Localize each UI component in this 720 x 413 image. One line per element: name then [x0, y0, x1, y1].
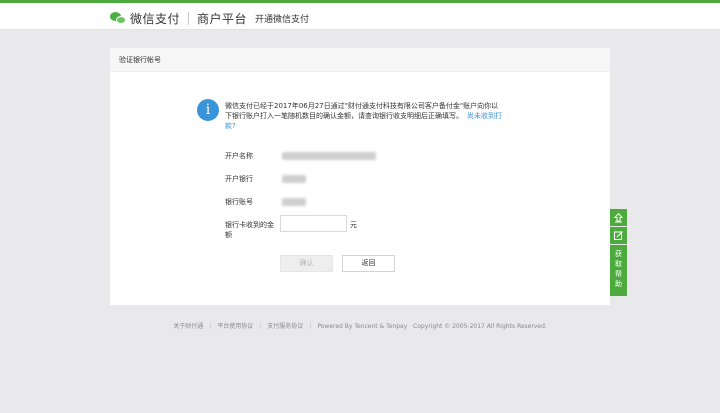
amount-label: 银行卡收到的金 额: [225, 220, 274, 240]
amount-unit: 元: [350, 221, 357, 229]
help-char: 帮: [615, 270, 622, 278]
footer-link-payment-agreement[interactable]: 支付服务协议: [267, 323, 303, 330]
side-toolbar: 获 取 帮 助: [610, 209, 627, 296]
help-char: 取: [615, 260, 622, 268]
edit-icon: [614, 231, 623, 240]
account-number-value: [282, 198, 306, 206]
account-number-label: 银行账号: [225, 198, 253, 206]
footer-powered: Powered By Tencent & Tenpay: [317, 323, 408, 330]
bank-label: 开户银行: [225, 175, 253, 183]
amount-input[interactable]: [280, 215, 347, 232]
bank-value: [282, 175, 306, 183]
wechat-logo-icon: [110, 12, 126, 25]
back-to-top-icon: [613, 212, 624, 223]
account-name-value: [282, 152, 376, 160]
verify-card: 验证银行帐号 i 微信支付已经于2017年06月27日通过"财付通支付科技有限公…: [110, 48, 610, 305]
platform-name: 商户平台: [197, 12, 248, 26]
amount-label-line1: 银行卡收到的金: [225, 221, 274, 229]
brand-name: 微信支付: [130, 12, 181, 26]
header: 微信支付 商户平台 开通微信支付: [0, 3, 720, 30]
footer-copyright: Copyright © 2005-2017 All Rights Reserve…: [413, 323, 547, 330]
header-divider: [188, 12, 190, 25]
get-help-button[interactable]: 获 取 帮 助: [610, 245, 627, 296]
footer-divider: |: [209, 323, 212, 330]
notice-text: 微信支付已经于2017年06月27日通过"财付通支付科技有限公司客户备付金"账户…: [225, 101, 505, 131]
feedback-button[interactable]: [610, 227, 627, 244]
amount-label-line2: 额: [225, 231, 232, 239]
confirm-button[interactable]: 确认: [280, 255, 333, 272]
back-button[interactable]: 返回: [342, 255, 395, 272]
footer-divider: |: [259, 323, 262, 330]
notice-body: 微信支付已经于2017年06月27日通过"财付通支付科技有限公司客户备付金"账户…: [225, 102, 499, 120]
back-to-top-button[interactable]: [610, 209, 627, 226]
account-name-label: 开户名称: [225, 152, 253, 160]
info-icon: i: [197, 99, 219, 121]
footer-link-platform-agreement[interactable]: 平台使用协议: [217, 323, 253, 330]
card-title: 验证银行帐号: [110, 48, 610, 72]
footer: 关于财付通 | 平台使用协议 | 支付服务协议 | Powered By Tencent &…: [0, 321, 720, 330]
page-subtitle: 开通微信支付: [255, 15, 310, 25]
footer-divider: |: [309, 323, 312, 330]
footer-link-about[interactable]: 关于财付通: [173, 323, 203, 330]
help-char: 获: [615, 250, 622, 258]
help-char: 助: [615, 280, 622, 288]
logo[interactable]: 微信支付 商户平台 开通微信支付: [110, 10, 309, 27]
